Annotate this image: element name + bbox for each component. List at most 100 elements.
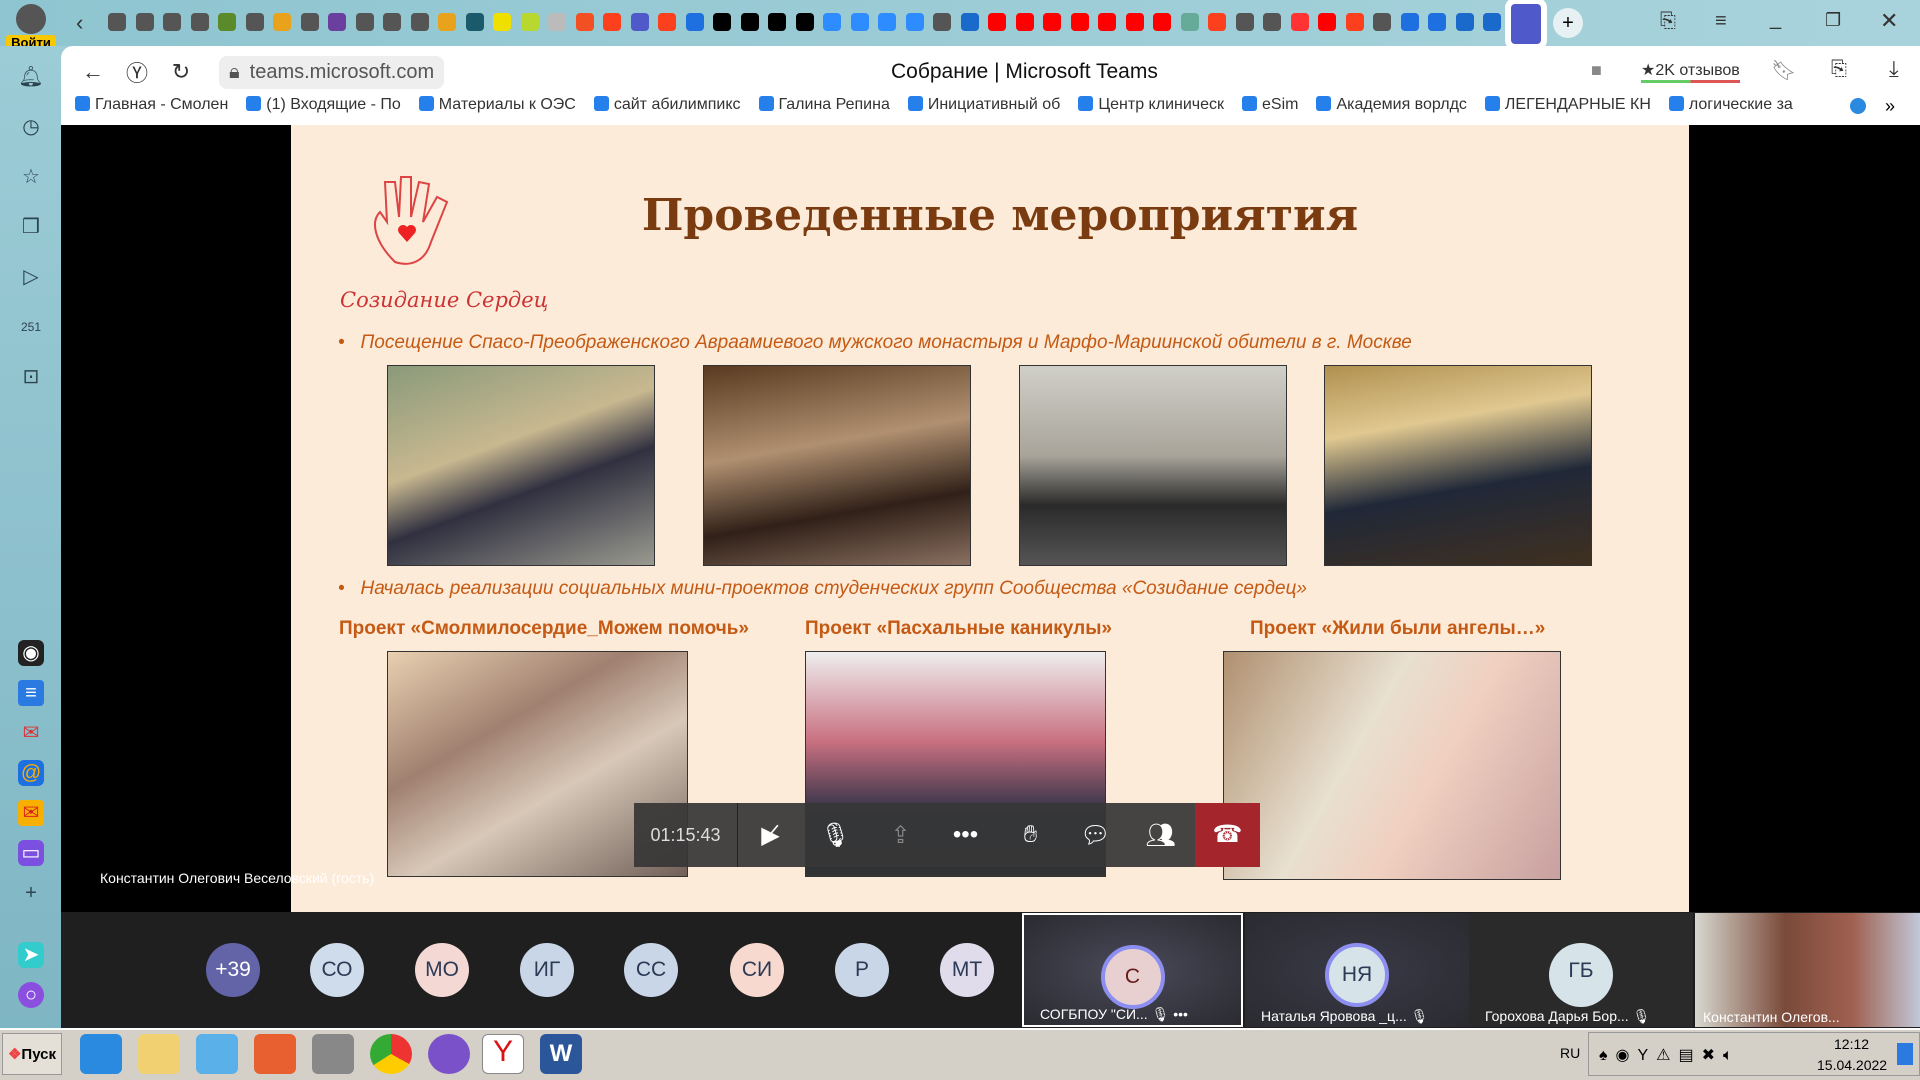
participant-avatar[interactable]: Р	[835, 943, 889, 997]
bookmark-item[interactable]: логические за	[1668, 96, 1793, 122]
pinned-tab[interactable]	[1400, 13, 1419, 31]
star-icon[interactable]: ☆	[18, 164, 44, 190]
pinned-tab[interactable]	[300, 13, 319, 31]
bell-icon[interactable]: 🔔︎	[18, 64, 44, 90]
pinned-tab[interactable]	[548, 13, 566, 31]
bookmark-item[interactable]: Галина Репина	[758, 96, 890, 122]
pinned-tab[interactable]	[1318, 13, 1336, 31]
download-icon[interactable]: ⤓	[1889, 56, 1899, 82]
pinned-tab[interactable]	[493, 13, 511, 31]
participant-avatar[interactable]: СИ	[730, 943, 784, 997]
chrome-icon[interactable]	[370, 1034, 412, 1074]
alice-assistant-icon[interactable]: ○	[18, 982, 44, 1008]
media-player-icon[interactable]	[196, 1034, 238, 1074]
participant-video-tile[interactable]: Константин Олегов...	[1695, 913, 1920, 1027]
bookmark-item[interactable]: Академия ворлдс	[1316, 96, 1467, 122]
pinned-tab[interactable]	[713, 13, 731, 31]
pinned-tab[interactable]	[108, 13, 126, 31]
pinned-tab[interactable]	[1180, 13, 1199, 31]
menu-icon[interactable]: ≡	[1715, 10, 1727, 33]
pinned-tab[interactable]	[960, 13, 979, 31]
add-icon[interactable]: +	[18, 880, 44, 906]
participant-tile[interactable]: С СОГБПОУ "СИ... 🎙︎ •••	[1022, 913, 1243, 1027]
pinned-tab[interactable]	[850, 13, 869, 31]
video-app-icon[interactable]	[312, 1034, 354, 1074]
pinned-tab[interactable]	[1015, 13, 1034, 31]
pinned-tab[interactable]	[658, 13, 676, 31]
participant-avatar[interactable]: +39	[206, 943, 260, 997]
close-button[interactable]: ✕	[1880, 8, 1898, 34]
start-button[interactable]: ❖Пуск	[2, 1033, 62, 1075]
pinned-tab[interactable]	[355, 13, 374, 31]
pinned-tab[interactable]	[1153, 13, 1171, 31]
language-indicator[interactable]: RU	[1560, 1045, 1580, 1061]
pinned-tab[interactable]	[438, 13, 456, 31]
more-bookmarks-icon[interactable]: »	[1885, 96, 1895, 117]
bookmarks-icon[interactable]: ⎘	[1660, 10, 1676, 33]
pinned-tab[interactable]	[1345, 13, 1364, 31]
pinned-tab[interactable]	[1043, 13, 1061, 31]
bookmark-item[interactable]: Инициативный об	[907, 96, 1060, 122]
pinned-tab[interactable]	[135, 13, 154, 31]
bookmark-item[interactable]: сайт абилимпикс	[593, 96, 741, 122]
viber-icon[interactable]	[428, 1034, 470, 1074]
pinned-tab[interactable]	[1510, 4, 1541, 44]
clock-time[interactable]: 12:12	[1834, 1036, 1869, 1052]
protect-icon[interactable]: ⎘	[1831, 58, 1847, 81]
pinned-tab[interactable]	[1125, 13, 1144, 31]
bookmark-icon[interactable]: 🔖︎	[1771, 58, 1796, 83]
pinned-tab[interactable]	[465, 13, 484, 31]
tray-icons[interactable]: ♠◉Y⚠▤✖🔈︎	[1599, 1045, 1741, 1065]
pinned-tab[interactable]	[795, 13, 814, 31]
alice-icon[interactable]: ◉	[18, 640, 44, 666]
explorer-icon[interactable]	[138, 1034, 180, 1074]
address-bar[interactable]: 🔒︎ teams.microsoft.com	[219, 55, 445, 89]
history-icon[interactable]: ◷	[18, 114, 44, 140]
pinned-tab[interactable]	[630, 13, 649, 31]
participant-tile[interactable]: НЯ Наталья Яровова _ц... 🎙︎	[1245, 913, 1469, 1027]
pinned-tab[interactable]	[410, 13, 429, 31]
bookmark-item[interactable]: Центр клиническ	[1078, 96, 1224, 122]
extension-icon[interactable]	[1850, 98, 1866, 114]
pinned-tab[interactable]	[685, 13, 704, 31]
pinned-tab[interactable]	[245, 13, 264, 31]
bookmark-item[interactable]: eSim	[1242, 96, 1298, 122]
pinned-tab[interactable]	[933, 13, 951, 31]
camera-off-icon[interactable]: ▶̸	[738, 821, 803, 850]
pinned-tab[interactable]	[1373, 13, 1391, 31]
reviews-button[interactable]: ★2K отзывов	[1641, 60, 1740, 83]
new-tab-button[interactable]: +	[1553, 8, 1583, 38]
participant-tile[interactable]: ГБ Горохова Дарья Бор... 🎙︎	[1469, 913, 1693, 1027]
pinned-tab[interactable]	[328, 13, 346, 31]
word-icon[interactable]: W	[540, 1034, 582, 1074]
pinned-tab[interactable]	[1208, 13, 1226, 31]
bookmark-item[interactable]: Материалы к ОЭС	[418, 96, 576, 122]
send-icon[interactable]: ➤	[18, 942, 44, 968]
yandex-browser-icon[interactable]: Y	[482, 1034, 524, 1074]
login-button[interactable]: Войти	[6, 4, 56, 50]
participant-avatar[interactable]: СС	[624, 943, 678, 997]
pinned-tab[interactable]	[190, 13, 209, 31]
participant-avatar[interactable]: ИГ	[520, 943, 574, 997]
bookmark-item[interactable]: ЛЕГЕНДАРНЫЕ КН	[1484, 96, 1651, 122]
show-desktop-button[interactable]	[1897, 1043, 1913, 1065]
pinned-tab[interactable]	[383, 13, 401, 31]
back-button[interactable]: ←	[71, 59, 115, 85]
bookmark-item[interactable]: (1) Входящие - По	[246, 96, 401, 122]
participant-avatar[interactable]: МО	[415, 943, 469, 997]
pinned-tab[interactable]	[1070, 13, 1089, 31]
restore-button[interactable]: ❐	[1825, 10, 1841, 31]
docs-icon[interactable]: ≡	[18, 680, 44, 706]
pinned-tab[interactable]	[768, 13, 786, 31]
play-icon[interactable]: ▷	[18, 264, 44, 290]
pinned-tab[interactable]	[905, 13, 924, 31]
pinned-tab[interactable]	[1290, 13, 1309, 31]
pinned-tab[interactable]	[1235, 13, 1254, 31]
screenshot-icon[interactable]: ⊡	[18, 364, 44, 390]
participant-avatar[interactable]: СО	[310, 943, 364, 997]
messenger-icon[interactable]: ▭	[18, 840, 44, 866]
more-icon[interactable]: •••	[933, 821, 998, 849]
yandex-mail-icon[interactable]: ✉	[18, 800, 44, 826]
pinned-tab[interactable]	[988, 13, 1006, 31]
pinned-tab[interactable]	[1428, 13, 1446, 31]
